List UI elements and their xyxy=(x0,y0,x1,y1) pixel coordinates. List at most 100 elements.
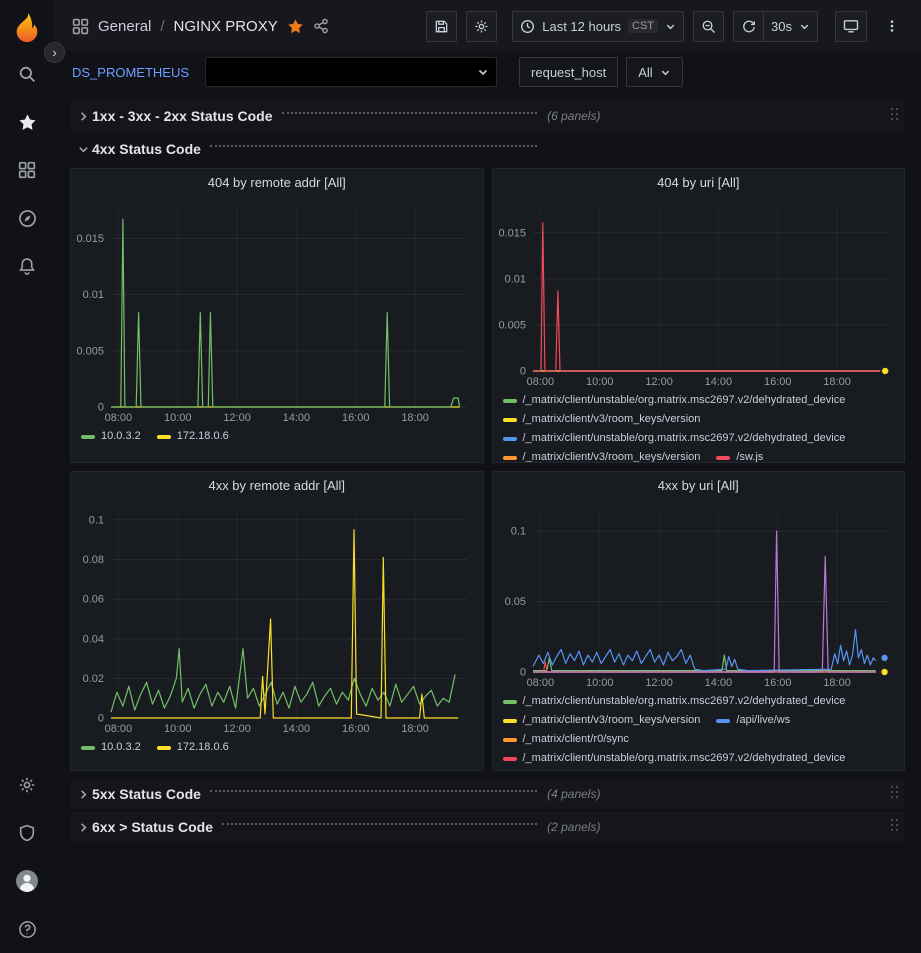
panel-title[interactable]: 404 by uri [All] xyxy=(493,169,905,197)
legend-item[interactable]: /_matrix/client/r0/sync xyxy=(503,730,629,749)
legend-item[interactable]: 172.18.0.6 xyxy=(157,738,229,757)
zoom-out-icon xyxy=(701,19,716,34)
legend-label: /_matrix/client/v3/room_keys/version xyxy=(523,410,701,429)
svg-text:0: 0 xyxy=(519,366,525,378)
breadcrumb-separator: / xyxy=(160,18,164,35)
save-dashboard-button[interactable] xyxy=(426,11,457,42)
legend-item[interactable]: /sw.js xyxy=(716,448,763,462)
timeseries-chart[interactable]: 00.0050.010.01508:0010:0012:0014:0016:00… xyxy=(71,197,483,425)
legend-item[interactable]: /_matrix/client/v3/room_keys/version xyxy=(503,410,701,429)
row-header-4xx[interactable]: 4xx Status Code xyxy=(70,134,905,164)
legend-item[interactable]: 172.18.0.6 xyxy=(157,427,229,446)
row-dots xyxy=(222,823,537,825)
legend-label: /_matrix/client/unstable/org.matrix.msc2… xyxy=(523,749,846,768)
starred-nav-icon[interactable] xyxy=(0,98,54,146)
legend-item[interactable]: 10.0.3.2 xyxy=(81,738,141,757)
legend-label: 10.0.3.2 xyxy=(101,427,141,446)
row-drag-handle[interactable] xyxy=(891,786,899,799)
legend-item[interactable]: /_matrix/client/unstable/org.matrix.msc2… xyxy=(503,749,846,768)
sidebar-expand-button[interactable]: › xyxy=(44,42,65,63)
request-host-variable-select[interactable]: All xyxy=(626,57,682,87)
chevron-right-icon xyxy=(74,789,92,800)
legend-item[interactable]: /_matrix/client/v3/room_keys/version xyxy=(503,448,701,462)
chart-legend: /_matrix/client/unstable/org.matrix.msc2… xyxy=(493,690,905,768)
save-icon xyxy=(434,19,449,34)
dashboards-icon[interactable] xyxy=(0,146,54,194)
request-host-value-text: All xyxy=(638,65,652,80)
chevron-right-icon xyxy=(74,111,92,122)
settings-gear-icon xyxy=(474,19,489,34)
timezone-badge: CST xyxy=(628,19,658,33)
row-header-6xx[interactable]: 6xx > Status Code (2 panels) xyxy=(70,812,905,842)
refresh-controls: 30s xyxy=(733,11,818,42)
panel-title[interactable]: 4xx by uri [All] xyxy=(493,472,905,500)
configuration-gear-icon[interactable] xyxy=(0,761,54,809)
legend-swatch xyxy=(503,738,517,742)
row-header-5xx[interactable]: 5xx Status Code (4 panels) xyxy=(70,779,905,809)
legend-item[interactable]: /_matrix/client/unstable/org.matrix.msc2… xyxy=(503,692,846,711)
svg-text:0.08: 0.08 xyxy=(83,554,104,566)
time-range-picker[interactable]: Last 12 hours CST xyxy=(512,11,684,42)
user-avatar[interactable] xyxy=(0,857,54,905)
grafana-app: › General / NGINX PROXY xyxy=(0,0,921,953)
legend-swatch xyxy=(503,757,517,761)
legend-item[interactable]: /_matrix/client/unstable/org.matrix.msc2… xyxy=(503,429,846,448)
help-icon[interactable] xyxy=(0,905,54,953)
svg-text:08:00: 08:00 xyxy=(105,412,133,424)
host-variable-select[interactable] xyxy=(205,57,497,87)
timeseries-chart[interactable]: 00.020.040.060.080.108:0010:0012:0014:00… xyxy=(71,500,483,736)
zoom-out-button[interactable] xyxy=(693,11,724,42)
row-header-1xx-3xx-2xx[interactable]: 1xx - 3xx - 2xx Status Code (6 panels) xyxy=(70,101,905,131)
legend-swatch xyxy=(157,746,171,750)
row-dots xyxy=(282,112,538,114)
timeseries-chart[interactable]: 00.050.108:0010:0012:0014:0016:0018:00 xyxy=(493,500,905,690)
share-icon[interactable] xyxy=(313,18,329,34)
chevron-right-icon xyxy=(74,822,92,833)
alert-bell-icon[interactable] xyxy=(0,242,54,290)
more-options-kebab[interactable] xyxy=(876,11,907,42)
dashboard-toolbar: Last 12 hours CST xyxy=(426,11,907,42)
legend-item[interactable]: 10.0.3.2 xyxy=(81,427,141,446)
refresh-button[interactable] xyxy=(733,11,764,42)
security-shield-icon[interactable] xyxy=(0,809,54,857)
dashboard-settings-button[interactable] xyxy=(466,11,497,42)
legend-swatch xyxy=(716,719,730,723)
panel-title[interactable]: 404 by remote addr [All] xyxy=(71,169,483,197)
explore-compass-icon[interactable] xyxy=(0,194,54,242)
legend-item[interactable]: /_matrix/client/unstable/org.matrix.msc2… xyxy=(503,391,846,410)
row-panel-count: (4 panels) xyxy=(547,787,600,801)
panel-title[interactable]: 4xx by remote addr [All] xyxy=(71,472,483,500)
svg-text:0.1: 0.1 xyxy=(510,526,525,538)
breadcrumb-title[interactable]: NGINX PROXY xyxy=(174,18,278,35)
row-dots xyxy=(210,790,537,792)
chevron-down-icon xyxy=(74,144,92,155)
caret-down-icon xyxy=(665,21,676,32)
svg-text:0.02: 0.02 xyxy=(83,673,104,685)
grafana-logo[interactable] xyxy=(0,6,54,50)
favorite-star-icon[interactable] xyxy=(287,18,304,35)
row-dots xyxy=(210,145,537,147)
legend-item[interactable]: /_matrix/client/v3/room_keys/version xyxy=(503,711,701,730)
svg-text:0.005: 0.005 xyxy=(498,319,526,331)
panel-4xx-by-uri: 4xx by uri [All] 00.050.108:0010:0012:00… xyxy=(492,471,906,771)
refresh-interval-picker[interactable]: 30s xyxy=(763,11,818,42)
timeseries-chart[interactable]: 00.0050.010.01508:0010:0012:0014:0016:00… xyxy=(493,197,905,389)
row-drag-handle[interactable] xyxy=(891,819,899,832)
tv-mode-button[interactable] xyxy=(835,11,867,42)
svg-text:0: 0 xyxy=(519,667,525,679)
legend-swatch xyxy=(81,746,95,750)
legend-swatch xyxy=(503,719,517,723)
clock-icon xyxy=(520,19,535,34)
request-host-variable-label: request_host xyxy=(519,57,618,87)
legend-label: 172.18.0.6 xyxy=(177,427,229,446)
svg-text:0.05: 0.05 xyxy=(504,596,525,608)
legend-swatch xyxy=(503,700,517,704)
svg-text:08:00: 08:00 xyxy=(526,376,554,388)
legend-swatch xyxy=(81,435,95,439)
svg-text:18:00: 18:00 xyxy=(401,412,429,424)
panel-404-by-remote-addr: 404 by remote addr [All] 00.0050.010.015… xyxy=(70,168,484,463)
breadcrumb-section[interactable]: General xyxy=(98,18,151,35)
row-drag-handle[interactable] xyxy=(891,108,899,121)
datasource-variable-label[interactable]: DS_PROMETHEUS xyxy=(72,60,197,85)
legend-item[interactable]: /api/live/ws xyxy=(716,711,790,730)
